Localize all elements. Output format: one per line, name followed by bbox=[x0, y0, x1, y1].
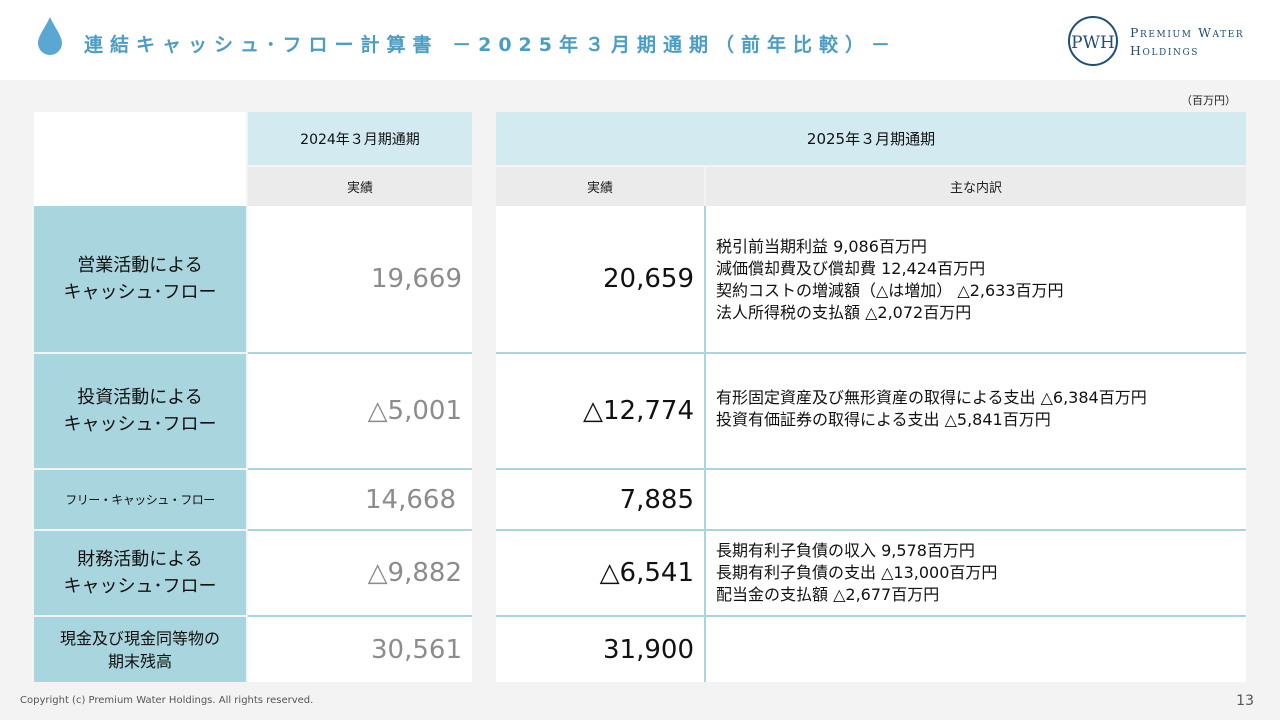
detail-line: 配当金の支払額 △2,677百万円 bbox=[716, 585, 940, 604]
row-label-investing-2: キャッシュ･フロー bbox=[63, 414, 217, 435]
cell-fcf-curr: 7,885 bbox=[496, 470, 704, 529]
col-header-prev-label: 2024年３月期通期 bbox=[300, 131, 420, 148]
col-header-curr: 2025年３月期通期 bbox=[496, 112, 1246, 165]
slide-header: 連結キャッシュ･フロー計算書 －2025年３月期通期（前年比較）－ PWH Pr… bbox=[0, 0, 1280, 80]
row-label-operating-2: キャッシュ･フロー bbox=[63, 282, 217, 303]
row-label-free-cash-flow: フリー・キャッシュ・フロー bbox=[65, 493, 215, 507]
logo-line-1: Premium Water bbox=[1130, 25, 1245, 40]
cell-operating-curr: 20,659 bbox=[496, 206, 704, 352]
detail-line: 投資有価証券の取得による支出 △5,841百万円 bbox=[716, 410, 1051, 429]
value-fcf-prev: 14,668 bbox=[365, 484, 456, 515]
cell-investing-curr: △12,774 bbox=[496, 354, 704, 468]
value-investing-prev: △5,001 bbox=[367, 396, 462, 426]
value-cash-curr: 31,900 bbox=[603, 634, 694, 665]
sub-header-actual-curr-label: 実績 bbox=[586, 181, 613, 196]
row-header-financing: 財務活動による キャッシュ･フロー bbox=[34, 531, 246, 615]
slide-title: 連結キャッシュ･フロー計算書 －2025年３月期通期（前年比較）－ bbox=[84, 34, 897, 56]
detail-line: 減価償却費及び償却費 12,424百万円 bbox=[716, 259, 986, 278]
copyright-text: Copyright (c) Premium Water Holdings. Al… bbox=[20, 695, 314, 706]
value-investing-curr: △12,774 bbox=[583, 396, 694, 426]
row-divider bbox=[496, 352, 1246, 354]
cell-financing-curr: △6,541 bbox=[496, 531, 704, 615]
cell-cash-details bbox=[706, 617, 1246, 682]
row-header-investing: 投資活動による キャッシュ･フロー bbox=[34, 354, 246, 468]
row-header-free-cash-flow: フリー・キャッシュ・フロー bbox=[34, 470, 246, 529]
row-divider bbox=[248, 529, 472, 531]
logo-line-2: Holdings bbox=[1130, 43, 1200, 58]
cell-investing-prev: △5,001 bbox=[248, 354, 472, 468]
sub-header-breakdown-label: 主な内訳 bbox=[949, 181, 1002, 196]
cell-operating-details: 税引前当期利益 9,086百万円 減価償却費及び償却費 12,424百万円 契約… bbox=[706, 206, 1246, 352]
cell-fcf-details bbox=[706, 470, 1246, 529]
company-logo: PWH Premium Water Holdings bbox=[1066, 14, 1256, 70]
column-divider bbox=[704, 206, 706, 682]
sub-header-breakdown: 主な内訳 bbox=[706, 167, 1246, 206]
row-label-financing-2: キャッシュ･フロー bbox=[63, 576, 217, 597]
col-header-prev: 2024年３月期通期 bbox=[248, 112, 472, 165]
detail-line: 法人所得税の支払額 △2,072百万円 bbox=[716, 303, 972, 322]
value-operating-curr: 20,659 bbox=[603, 264, 694, 294]
row-header-operating: 営業活動による キャッシュ･フロー bbox=[34, 206, 246, 352]
row-header-cash-balance: 現金及び現金同等物の 期末残高 bbox=[34, 617, 246, 682]
cell-cash-curr: 31,900 bbox=[496, 617, 704, 682]
logo-emblem-icon: PWH bbox=[1068, 16, 1118, 66]
row-divider bbox=[496, 615, 1246, 617]
value-financing-prev: △9,882 bbox=[367, 558, 462, 588]
row-divider bbox=[496, 468, 1246, 470]
sub-header-actual-prev-label: 実績 bbox=[346, 181, 373, 196]
col-header-curr-label: 2025年３月期通期 bbox=[806, 130, 936, 148]
sub-header-actual-curr: 実績 bbox=[496, 167, 704, 206]
row-divider bbox=[248, 615, 472, 617]
cell-investing-details: 有形固定資産及び無形資産の取得による支出 △6,384百万円 投資有価証券の取得… bbox=[706, 354, 1246, 468]
detail-line: 税引前当期利益 9,086百万円 bbox=[716, 237, 927, 256]
corner-cell bbox=[34, 112, 246, 206]
row-label-investing-1: 投資活動による bbox=[77, 387, 203, 408]
row-divider bbox=[248, 352, 472, 354]
cell-financing-details: 長期有利子負債の収入 9,578百万円 長期有利子負債の支出 △13,000百万… bbox=[706, 531, 1246, 615]
cell-operating-prev: 19,669 bbox=[248, 206, 472, 352]
detail-line: 長期有利子負債の支出 △13,000百万円 bbox=[716, 563, 998, 582]
unit-note: （百万円） bbox=[1181, 94, 1236, 107]
detail-line: 契約コストの増減額（△は増加） △2,633百万円 bbox=[716, 281, 1064, 300]
cell-financing-prev: △9,882 bbox=[248, 531, 472, 615]
logo-monogram: PWH bbox=[1071, 33, 1115, 53]
row-label-cash-balance-1: 現金及び現金同等物の bbox=[59, 628, 220, 648]
cell-fcf-prev: 14,668 bbox=[248, 470, 472, 529]
row-label-operating-1: 営業活動による bbox=[77, 255, 203, 276]
value-financing-curr: △6,541 bbox=[599, 558, 694, 588]
value-operating-prev: 19,669 bbox=[371, 264, 462, 294]
row-divider bbox=[496, 529, 1246, 531]
value-fcf-curr: 7,885 bbox=[619, 484, 694, 515]
row-divider bbox=[248, 468, 472, 470]
row-label-cash-balance-2: 期末残高 bbox=[107, 651, 172, 671]
detail-line: 長期有利子負債の収入 9,578百万円 bbox=[716, 541, 975, 560]
detail-line: 有形固定資産及び無形資産の取得による支出 △6,384百万円 bbox=[716, 388, 1147, 407]
sub-header-actual-prev: 実績 bbox=[248, 167, 472, 206]
water-drop-icon bbox=[38, 17, 62, 55]
row-label-financing-1: 財務活動による bbox=[77, 549, 203, 570]
cell-cash-prev: 30,561 bbox=[248, 617, 472, 682]
logo-wordmark: Premium Water Holdings bbox=[1130, 24, 1244, 60]
page-number: 13 bbox=[1236, 693, 1254, 709]
value-cash-prev: 30,561 bbox=[371, 634, 462, 665]
